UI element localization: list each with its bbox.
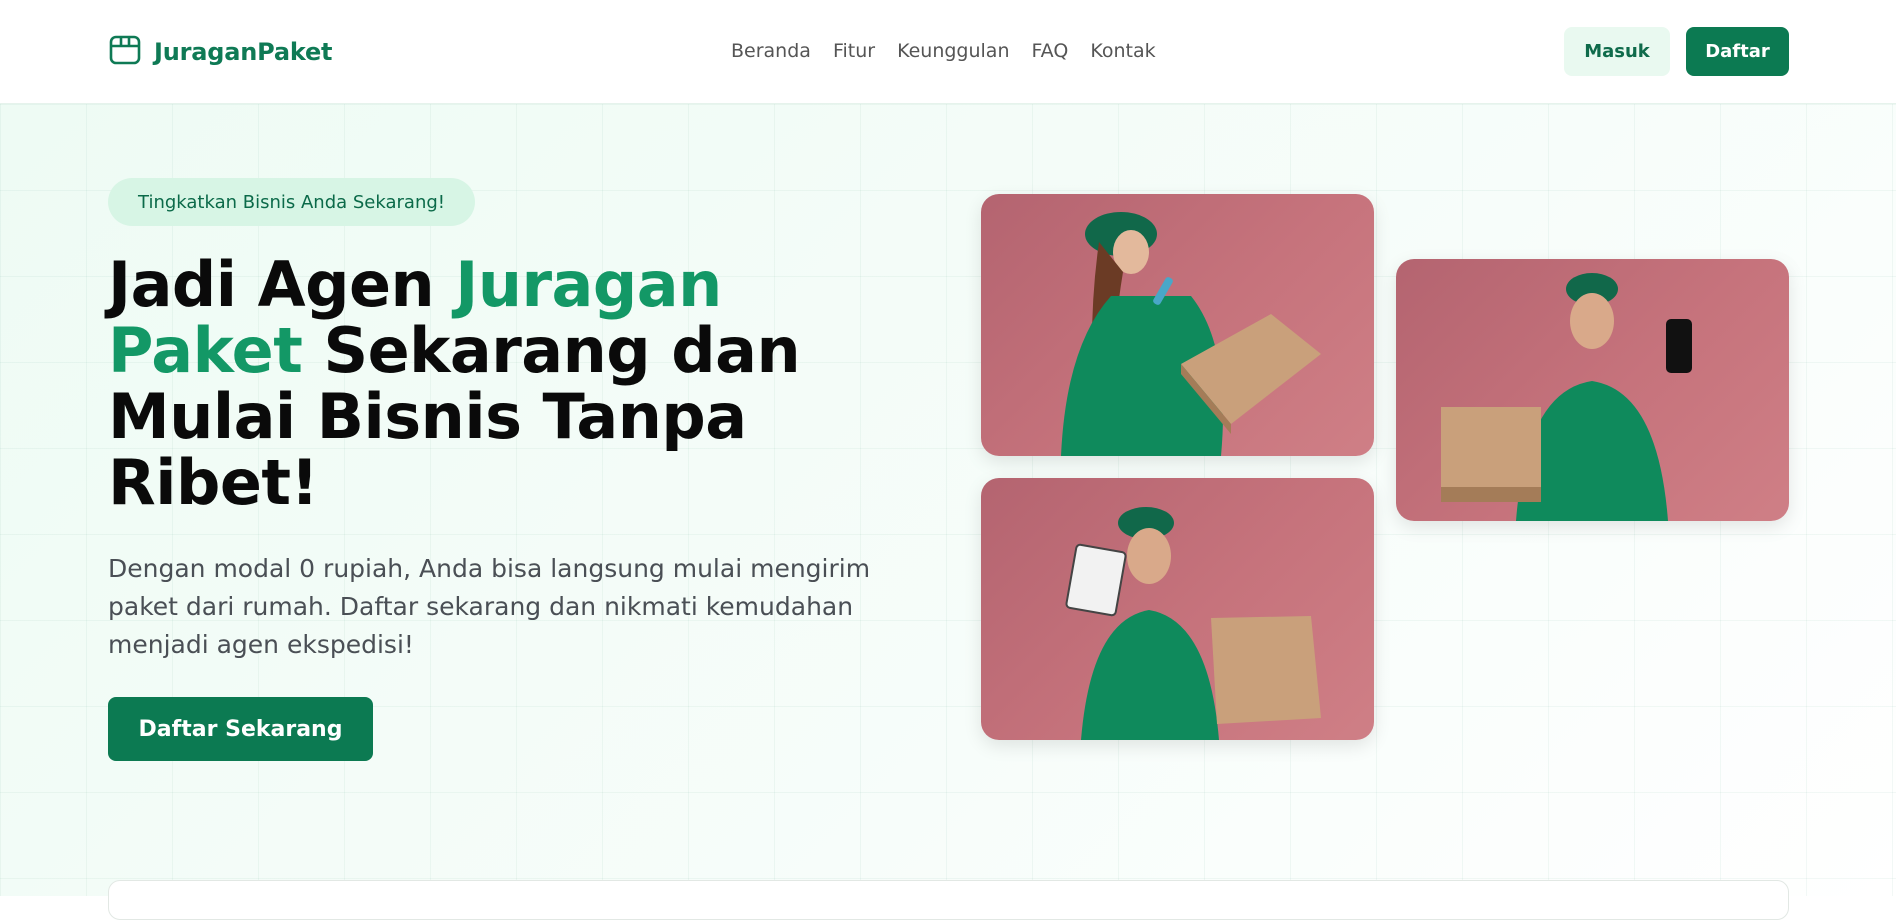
register-now-button[interactable]: Daftar Sekarang [108, 697, 373, 761]
headline-text-1: Jadi Agen [108, 248, 456, 321]
hero-headline: Jadi Agen Juragan Paket Sekarang dan Mul… [108, 252, 828, 516]
hero-subtext: Dengan modal 0 rupiah, Anda bisa langsun… [108, 554, 871, 659]
courier-man-clipboard-photo [981, 478, 1374, 740]
content-card [108, 880, 1789, 920]
brand-name: JuraganPaket [154, 38, 333, 66]
login-button[interactable]: Masuk [1564, 27, 1670, 76]
hero-badge: Tingkatkan Bisnis Anda Sekarang! [108, 178, 475, 226]
nav-item-keunggulan[interactable]: Keunggulan [897, 40, 1009, 62]
nav-item-kontak[interactable]: Kontak [1090, 40, 1155, 62]
site-header: JuraganPaket Beranda Fitur Keunggulan FA… [0, 0, 1896, 104]
nav-item-faq[interactable]: FAQ [1032, 40, 1069, 62]
nav-item-beranda[interactable]: Beranda [731, 40, 811, 62]
courier-man-phone-photo [1396, 259, 1789, 521]
register-button[interactable]: Daftar [1686, 27, 1789, 76]
brand-logo[interactable]: JuraganPaket [108, 32, 333, 72]
main-nav: Beranda Fitur Keunggulan FAQ Kontak [731, 36, 1156, 66]
nav-item-fitur[interactable]: Fitur [833, 40, 875, 62]
courier-woman-phone-photo [981, 194, 1374, 456]
package-box-icon [108, 33, 142, 71]
